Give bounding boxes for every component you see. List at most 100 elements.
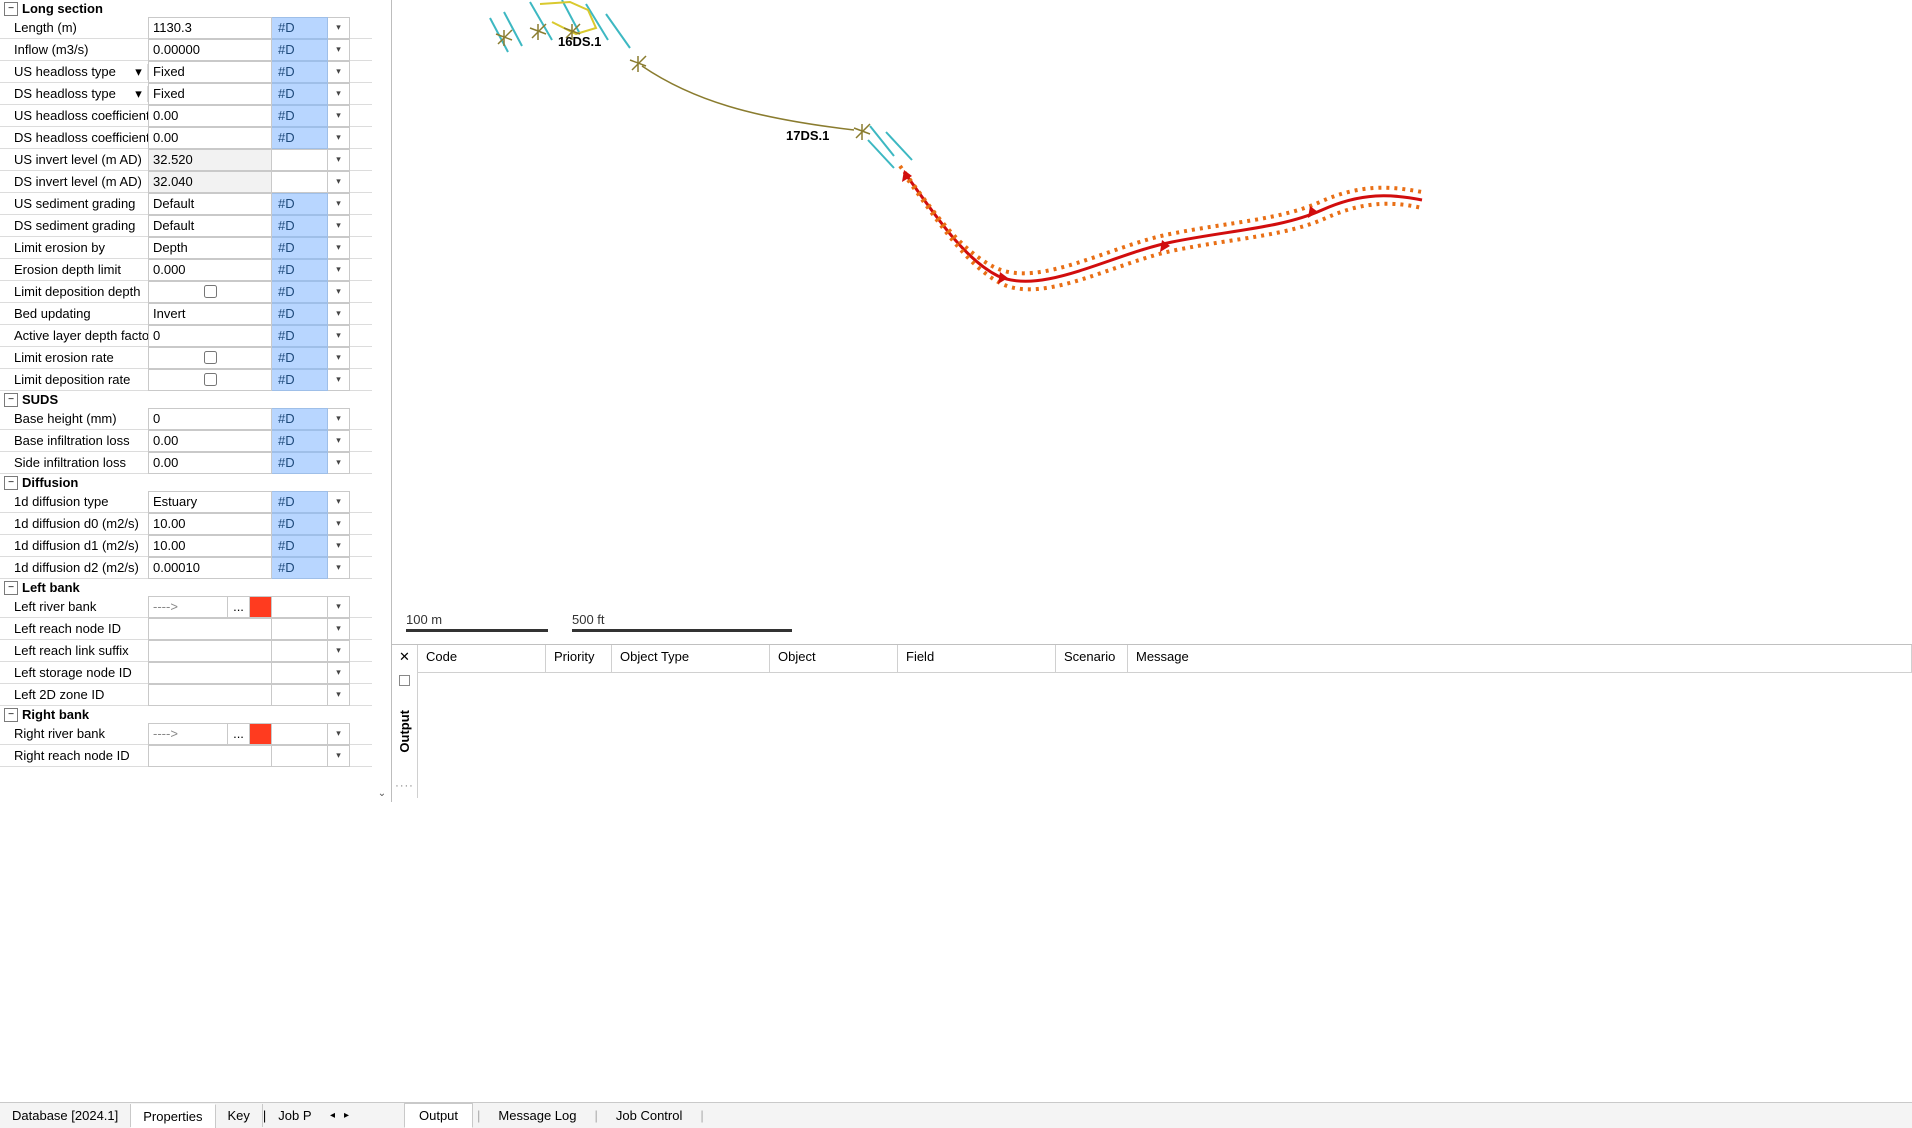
tab-message-log[interactable]: Message Log [484, 1104, 590, 1127]
col-field[interactable]: Field [898, 645, 1056, 672]
flag-dropdown[interactable] [328, 193, 350, 215]
flag-dropdown[interactable] [328, 745, 350, 767]
output-pane: ✕ Output ···· Code Priority Object Type … [392, 644, 1912, 798]
flag-dropdown[interactable] [328, 39, 350, 61]
flag-dropdown[interactable] [328, 557, 350, 579]
flag-dropdown[interactable] [328, 662, 350, 684]
col-priority[interactable]: Priority [546, 645, 612, 672]
col-code[interactable]: Code [418, 645, 546, 672]
row-ds-sediment: DS sediment gradingDefault#D [0, 215, 372, 237]
flag-dropdown[interactable] [328, 105, 350, 127]
flag-dropdown[interactable] [328, 61, 350, 83]
scale-bar: 100 m 500 ft [406, 612, 792, 632]
row-1d-diff-type: 1d diffusion typeEstuary#D [0, 491, 372, 513]
map-canvas[interactable]: 16DS.1 17DS.1 [392, 0, 1912, 638]
row-limit-deposition-depth: Limit deposition depth#D [0, 281, 372, 303]
tab-output[interactable]: Output [404, 1103, 473, 1128]
row-limit-erosion-rate: Limit erosion rate#D [0, 347, 372, 369]
row-us-sediment: US sediment gradingDefault#D [0, 193, 372, 215]
tab-nav-right-icon[interactable]: ▸ [340, 1110, 354, 1121]
col-message[interactable]: Message [1128, 645, 1912, 672]
flag-dropdown[interactable] [328, 215, 350, 237]
row-ds-headloss-type: DS headloss type▾Fixed#D [0, 83, 372, 105]
row-1d-diff-d0: 1d diffusion d0 (m2/s)10.00#D [0, 513, 372, 535]
tab-job-control[interactable]: Job Control [602, 1104, 696, 1127]
flag-dropdown[interactable] [328, 171, 350, 193]
flag-dropdown[interactable] [328, 127, 350, 149]
output-grid[interactable]: Code Priority Object Type Object Field S… [418, 645, 1912, 798]
flag-dropdown[interactable] [328, 618, 350, 640]
flag-dropdown[interactable] [328, 640, 350, 662]
flag-dropdown[interactable] [328, 369, 350, 391]
tab-job-p[interactable]: Job P [266, 1104, 323, 1127]
limit-deposition-checkbox[interactable] [204, 285, 217, 298]
section-title: Right bank [22, 707, 89, 722]
section-title: Diffusion [22, 475, 78, 490]
section-title: Left bank [22, 580, 80, 595]
map-label-17ds1: 17DS.1 [786, 128, 829, 143]
flag-dropdown[interactable] [328, 408, 350, 430]
row-limit-erosion-by: Limit erosion byDepth#D [0, 237, 372, 259]
row-us-headloss-type: US headloss type▾Fixed#D [0, 61, 372, 83]
row-inflow: Inflow (m3/s)0.00000#D [0, 39, 372, 61]
col-object-type[interactable]: Object Type [612, 645, 770, 672]
output-tabs: Output | Message Log | Job Control | [392, 1102, 1912, 1128]
collapse-icon[interactable]: − [4, 393, 18, 407]
bank-color-swatch[interactable] [249, 724, 271, 744]
collapse-icon[interactable]: − [4, 581, 18, 595]
type-dropdown-icon[interactable]: ▾ [130, 86, 148, 102]
row-length: Length (m)1130.3#D [0, 17, 372, 39]
tab-properties[interactable]: Properties [131, 1104, 215, 1128]
flag-dropdown[interactable] [328, 83, 350, 105]
scroll-down-icon[interactable]: ⌄ [375, 786, 389, 800]
output-options-icon[interactable]: ···· [395, 780, 414, 792]
flag-dropdown[interactable] [328, 723, 350, 745]
section-diffusion[interactable]: − Diffusion [0, 474, 372, 491]
section-title: Long section [22, 1, 103, 16]
flag-dropdown[interactable] [328, 430, 350, 452]
bank-browse-button[interactable]: ... [227, 597, 249, 617]
output-side: ✕ Output ···· [392, 645, 418, 798]
flag-dropdown[interactable] [328, 596, 350, 618]
close-icon[interactable]: ✕ [399, 645, 410, 669]
flag-dropdown[interactable] [328, 281, 350, 303]
section-long-section[interactable]: − Long section [0, 0, 372, 17]
flag-dropdown[interactable] [328, 535, 350, 557]
limit-deposition-rate-checkbox[interactable] [204, 373, 217, 386]
properties-scroll[interactable]: − Long section Length (m)1130.3#D Inflow… [0, 0, 372, 802]
flag-dropdown[interactable] [328, 491, 350, 513]
col-object[interactable]: Object [770, 645, 898, 672]
row-us-invert: US invert level (m AD)32.520 [0, 149, 372, 171]
tab-nav-left-icon[interactable]: ◂ [326, 1110, 340, 1121]
flag-dropdown[interactable] [328, 303, 350, 325]
collapse-icon[interactable]: − [4, 2, 18, 16]
flag-dropdown[interactable] [328, 17, 350, 39]
section-left-bank[interactable]: − Left bank [0, 579, 372, 596]
row-left-reach-link: Left reach link suffix [0, 640, 372, 662]
flag-dropdown[interactable] [328, 513, 350, 535]
flag-dropdown[interactable] [328, 149, 350, 171]
type-dropdown-icon[interactable]: ▾ [130, 64, 148, 80]
tab-key[interactable]: Key [216, 1104, 263, 1127]
bank-browse-button[interactable]: ... [227, 724, 249, 744]
row-right-river-bank: Right river bank ---->... [0, 723, 372, 745]
row-left-reach-node: Left reach node ID [0, 618, 372, 640]
flag-dropdown[interactable] [328, 684, 350, 706]
tab-database[interactable]: Database [2024.1] [0, 1104, 131, 1127]
output-checkbox[interactable] [399, 675, 410, 686]
row-erosion-depth-limit: Erosion depth limit0.000#D [0, 259, 372, 281]
section-right-bank[interactable]: − Right bank [0, 706, 372, 723]
row-right-reach-node: Right reach node ID [0, 745, 372, 767]
flag-dropdown[interactable] [328, 347, 350, 369]
flag-dropdown[interactable] [328, 452, 350, 474]
flag-dropdown[interactable] [328, 259, 350, 281]
col-scenario[interactable]: Scenario [1056, 645, 1128, 672]
flag-dropdown[interactable] [328, 325, 350, 347]
collapse-icon[interactable]: − [4, 708, 18, 722]
left-tabs: Database [2024.1] Properties Key | Job P… [0, 1102, 392, 1128]
section-suds[interactable]: − SUDS [0, 391, 372, 408]
bank-color-swatch[interactable] [249, 597, 271, 617]
collapse-icon[interactable]: − [4, 476, 18, 490]
limit-erosion-rate-checkbox[interactable] [204, 351, 217, 364]
flag-dropdown[interactable] [328, 237, 350, 259]
